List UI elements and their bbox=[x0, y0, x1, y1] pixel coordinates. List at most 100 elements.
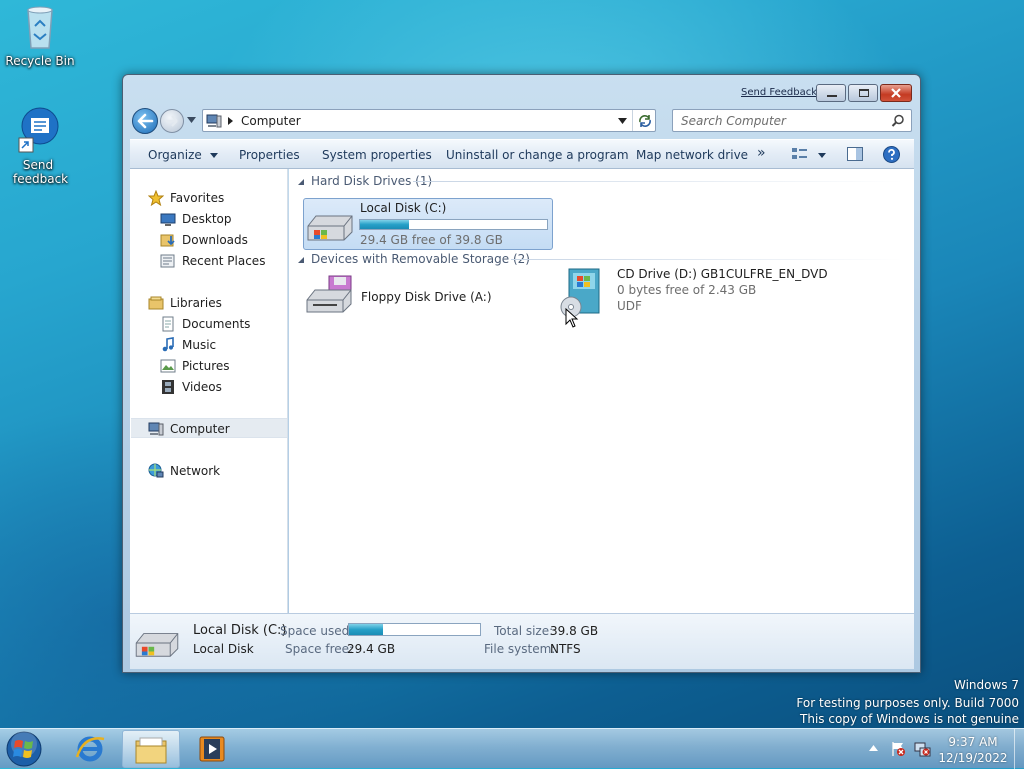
back-arrow-icon bbox=[137, 113, 154, 129]
address-row: Computer Search Computer bbox=[129, 107, 914, 135]
watermark-genuine: This copy of Windows is not genuine bbox=[800, 712, 1019, 726]
file-system-label: File system: bbox=[484, 642, 556, 656]
drive-tile-cd[interactable]: CD Drive (D:) GB1CULFRE_EN_DVD 0 bytes f… bbox=[559, 267, 899, 323]
media-player-icon bbox=[199, 736, 225, 762]
windows-hard-drive-icon bbox=[307, 215, 353, 241]
nav-label: Favorites bbox=[170, 191, 225, 205]
downloads-folder-icon bbox=[160, 234, 175, 247]
details-subtitle: Local Disk bbox=[193, 642, 254, 656]
search-input[interactable]: Search Computer bbox=[672, 109, 912, 132]
pictures-icon bbox=[160, 359, 176, 373]
details-pane: Local Disk (C:) Local Disk Space used: S… bbox=[130, 613, 914, 669]
preview-pane-button[interactable] bbox=[847, 147, 863, 161]
maximize-button[interactable] bbox=[848, 84, 878, 102]
close-button[interactable] bbox=[880, 84, 912, 102]
file-system-value: NTFS bbox=[550, 642, 581, 656]
nav-label: Recent Places bbox=[182, 254, 266, 268]
minimize-button[interactable] bbox=[816, 84, 846, 102]
clock-date: 12/19/2022 bbox=[938, 751, 1008, 765]
music-note-icon bbox=[162, 337, 174, 352]
organize-label: Organize bbox=[148, 148, 202, 162]
content-pane: Hard Disk Drives (1) Local Disk (C:) 29.… bbox=[289, 169, 914, 613]
mouse-cursor-icon bbox=[565, 308, 579, 328]
nav-label: Computer bbox=[170, 422, 230, 436]
address-location: Computer bbox=[241, 114, 301, 128]
change-view-button[interactable] bbox=[792, 147, 828, 163]
maximize-icon bbox=[859, 89, 869, 97]
send-feedback-link[interactable]: Send Feedback bbox=[741, 87, 817, 98]
taskbar-internet-explorer[interactable] bbox=[61, 730, 119, 768]
system-clock[interactable]: 9:37 AM 12/19/2022 bbox=[936, 734, 1010, 766]
address-bar[interactable]: Computer bbox=[202, 109, 656, 132]
forward-button[interactable] bbox=[160, 109, 184, 133]
recent-places-icon bbox=[160, 254, 175, 268]
computer-icon bbox=[148, 422, 164, 436]
nav-label: Libraries bbox=[170, 296, 222, 310]
organize-menu[interactable]: Organize bbox=[148, 148, 218, 162]
search-placeholder: Search Computer bbox=[681, 114, 786, 128]
drive-free-space: 0 bytes free of 2.43 GB bbox=[617, 283, 757, 297]
chevron-down-icon bbox=[818, 153, 826, 158]
taskbar-windows-explorer[interactable] bbox=[122, 730, 180, 768]
space-used-bar bbox=[348, 623, 481, 636]
forward-arrow-icon bbox=[166, 115, 178, 127]
desktop-icon bbox=[160, 213, 176, 226]
network-icon bbox=[148, 463, 164, 478]
search-icon bbox=[891, 114, 904, 127]
windows-orb-icon bbox=[6, 731, 42, 767]
total-size-value: 39.8 GB bbox=[550, 624, 599, 638]
refresh-icon bbox=[639, 115, 651, 127]
documents-icon bbox=[162, 316, 174, 332]
properties-button[interactable]: Properties bbox=[239, 148, 300, 162]
desktop-icon-recycle-bin[interactable]: Recycle Bin bbox=[0, 4, 80, 68]
desktop-icon-send-feedback[interactable]: Send feedback bbox=[0, 106, 78, 186]
help-button[interactable] bbox=[883, 146, 900, 163]
taskbar-media-player[interactable] bbox=[183, 730, 241, 768]
watermark-build: For testing purposes only. Build 7000 bbox=[796, 696, 1019, 710]
taskbar: 9:37 AM 12/19/2022 bbox=[0, 728, 1024, 769]
group-header-removable[interactable]: Devices with Removable Storage (2) bbox=[311, 252, 530, 266]
internet-explorer-icon bbox=[75, 736, 105, 762]
help-icon bbox=[883, 146, 900, 163]
action-center-flag-icon bbox=[892, 742, 905, 756]
minimize-icon bbox=[827, 95, 837, 97]
more-commands-button[interactable]: » bbox=[757, 145, 766, 161]
group-divider bbox=[511, 259, 903, 260]
recycle-bin-icon bbox=[20, 4, 60, 52]
show-hidden-icons-button[interactable] bbox=[869, 745, 878, 751]
desktop-icon-label: Recycle Bin bbox=[5, 54, 75, 68]
preview-pane-icon bbox=[847, 147, 863, 161]
back-button[interactable] bbox=[132, 108, 158, 134]
nav-label: Desktop bbox=[182, 212, 232, 226]
computer-icon bbox=[206, 114, 222, 128]
libraries-icon bbox=[148, 296, 164, 310]
drive-free-space: 29.4 GB free of 39.8 GB bbox=[360, 233, 503, 247]
space-used-label: Space used: bbox=[280, 624, 354, 638]
title-bar[interactable]: Send Feedback bbox=[123, 75, 920, 105]
refresh-button[interactable] bbox=[632, 110, 656, 131]
breadcrumb-arrow-icon bbox=[228, 117, 233, 125]
nav-label: Pictures bbox=[182, 359, 230, 373]
show-desktop-button[interactable] bbox=[1014, 729, 1024, 769]
uninstall-program-button[interactable]: Uninstall or change a program bbox=[446, 148, 629, 162]
explorer-window: Send Feedback Computer Search Computer O… bbox=[122, 74, 921, 673]
drive-name: Local Disk (C:) bbox=[360, 201, 447, 215]
film-strip-icon bbox=[162, 380, 174, 394]
chevron-up-icon bbox=[869, 745, 878, 751]
collapse-triangle-icon bbox=[298, 179, 304, 185]
action-center-tray[interactable] bbox=[890, 741, 906, 757]
address-dropdown[interactable] bbox=[618, 118, 627, 124]
send-feedback-icon bbox=[16, 106, 60, 156]
system-properties-button[interactable]: System properties bbox=[322, 148, 432, 162]
network-tray[interactable] bbox=[914, 741, 931, 757]
map-network-drive-button[interactable]: Map network drive bbox=[636, 148, 748, 162]
drive-tile-floppy[interactable]: Floppy Disk Drive (A:) bbox=[305, 274, 555, 326]
floppy-drive-icon bbox=[306, 275, 352, 313]
close-icon bbox=[891, 88, 901, 98]
network-status-icon bbox=[914, 742, 931, 757]
recent-pages-dropdown[interactable] bbox=[187, 117, 196, 123]
drive-name: CD Drive (D:) GB1CULFRE_EN_DVD bbox=[617, 267, 828, 281]
start-button[interactable] bbox=[4, 729, 46, 769]
watermark-windows-version: Windows 7 bbox=[953, 678, 1019, 692]
drive-tile-local-c[interactable]: Local Disk (C:) 29.4 GB free of 39.8 GB bbox=[303, 198, 553, 250]
